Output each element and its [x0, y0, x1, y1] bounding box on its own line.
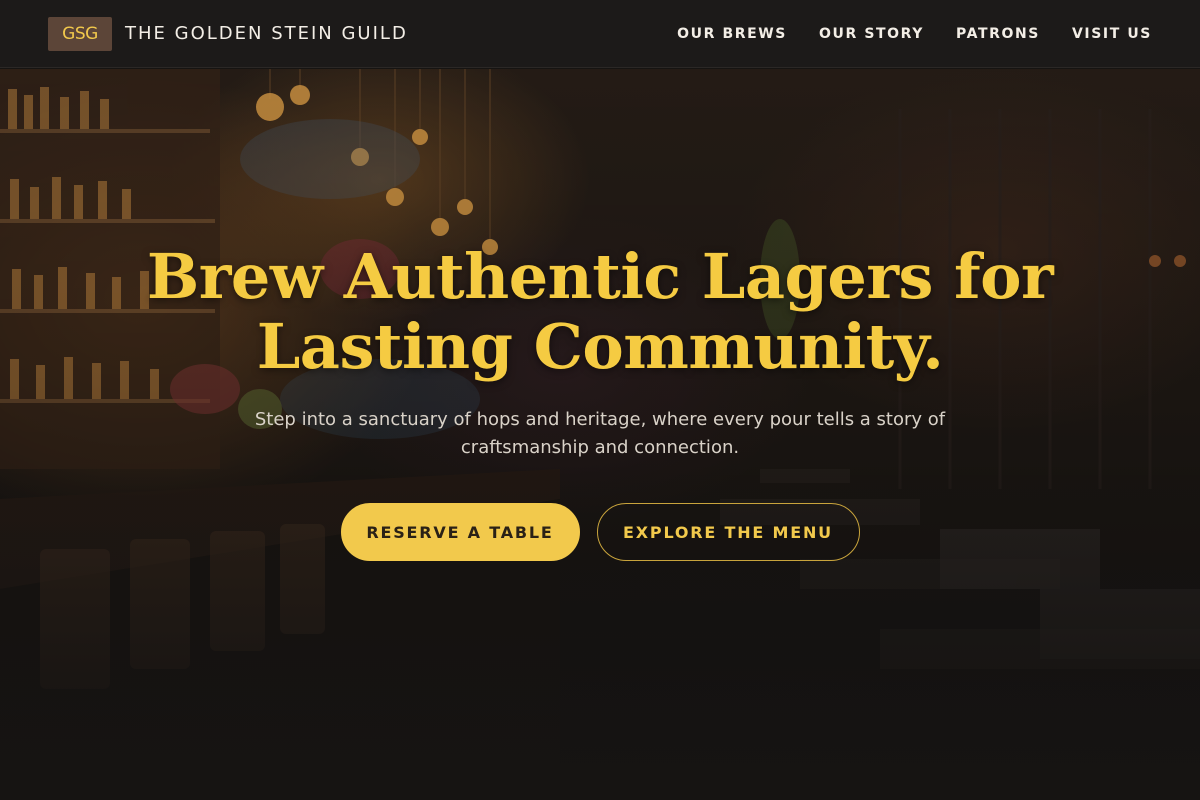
- brand-name[interactable]: THE GOLDEN STEIN GUILD: [125, 23, 408, 44]
- nav-visit-us[interactable]: VISIT US: [1072, 26, 1152, 42]
- hero-headline: Brew Authentic Lagers for Lasting Commun…: [100, 242, 1100, 382]
- hero-content: Brew Authentic Lagers for Lasting Commun…: [0, 0, 1200, 800]
- main-nav: OUR BREWS OUR STORY PATRONS VISIT US: [677, 26, 1152, 42]
- brand[interactable]: GSG THE GOLDEN STEIN GUILD: [48, 16, 408, 51]
- nav-our-brews[interactable]: OUR BREWS: [677, 26, 787, 42]
- subtitle-line-1: Step into a sanctuary of hops and herita…: [254, 409, 946, 430]
- subtitle-line-2: craftsmanship and connection.: [460, 437, 740, 458]
- logo-badge[interactable]: GSG: [48, 16, 112, 51]
- explore-menu-button[interactable]: EXPLORE THE MENU: [596, 503, 860, 561]
- hero-subtitle: Step into a sanctuary of hops and herita…: [220, 406, 980, 462]
- headline-line-1: Brew Authentic Lagers for: [146, 240, 1054, 313]
- headline-line-2: Lasting Community.: [256, 310, 944, 383]
- cta-group: RESERVE A TABLE EXPLORE THE MENU: [0, 503, 1200, 561]
- reserve-table-button[interactable]: RESERVE A TABLE: [340, 503, 580, 561]
- nav-patrons[interactable]: PATRONS: [956, 26, 1040, 42]
- site-header: GSG THE GOLDEN STEIN GUILD OUR BREWS OUR…: [0, 0, 1200, 68]
- nav-our-story[interactable]: OUR STORY: [819, 26, 924, 42]
